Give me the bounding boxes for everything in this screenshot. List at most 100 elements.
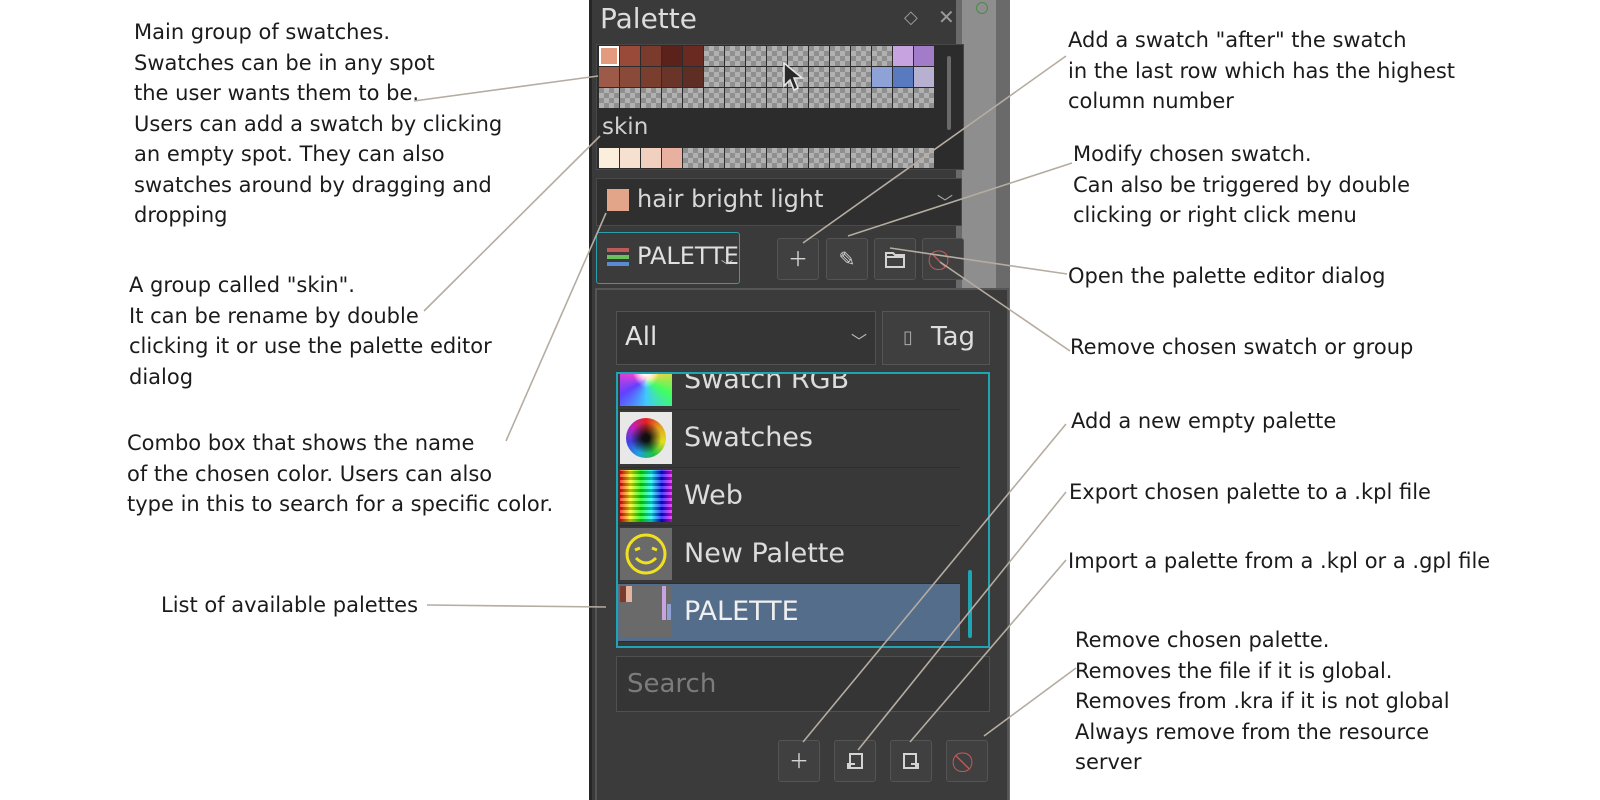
remove-palette-button[interactable]: ⃠	[946, 740, 988, 782]
swatch[interactable]	[914, 46, 934, 66]
empty-swatch-slot[interactable]	[746, 67, 766, 87]
swatch[interactable]	[620, 67, 640, 87]
empty-swatch-slot[interactable]	[830, 148, 850, 168]
annotation-remove-palette: Remove chosen palette. Removes the file …	[1075, 628, 1450, 774]
swatch[interactable]	[893, 46, 913, 66]
export-palette-button[interactable]	[834, 740, 876, 782]
empty-swatch-slot[interactable]	[746, 148, 766, 168]
empty-swatch-slot[interactable]	[914, 148, 934, 168]
swatch[interactable]	[662, 46, 682, 66]
empty-swatch-slot[interactable]	[851, 46, 871, 66]
empty-swatch-slot[interactable]	[809, 46, 829, 66]
empty-swatch-slot[interactable]	[809, 67, 829, 87]
list-item[interactable]: New Palette	[618, 526, 960, 584]
empty-swatch-slot[interactable]	[872, 88, 892, 108]
empty-swatch-slot[interactable]	[746, 88, 766, 108]
empty-swatch-slot[interactable]	[725, 148, 745, 168]
swatch[interactable]	[599, 67, 619, 87]
empty-swatch-slot[interactable]	[851, 88, 871, 108]
palette-thumb	[620, 586, 672, 638]
chevron-down-icon[interactable]: ﹀	[937, 189, 953, 213]
annotation-open-editor: Open the palette editor dialog	[1068, 264, 1386, 288]
swatch[interactable]	[641, 67, 661, 87]
empty-swatch-slot[interactable]	[788, 148, 808, 168]
swatch[interactable]	[662, 148, 682, 168]
empty-swatch-slot[interactable]	[725, 46, 745, 66]
export-icon	[847, 753, 863, 769]
empty-swatch-slot[interactable]	[851, 67, 871, 87]
empty-swatch-slot[interactable]	[872, 148, 892, 168]
empty-swatch-slot[interactable]	[725, 88, 745, 108]
main-swatch-group[interactable]	[599, 46, 934, 108]
remove-swatch-button[interactable]: ⃠	[922, 238, 964, 280]
palette-name: Swatches	[684, 422, 813, 453]
float-icon[interactable]: ◇	[904, 7, 918, 28]
list-item[interactable]: Web	[618, 468, 960, 526]
swatch[interactable]	[599, 46, 619, 66]
swatch[interactable]	[683, 46, 703, 66]
color-name-combo[interactable]: hair bright light ﹀	[596, 178, 962, 226]
empty-swatch-slot[interactable]	[893, 88, 913, 108]
empty-swatch-slot[interactable]	[725, 67, 745, 87]
import-palette-button[interactable]	[890, 740, 932, 782]
empty-swatch-slot[interactable]	[683, 88, 703, 108]
empty-swatch-slot[interactable]	[851, 148, 871, 168]
empty-swatch-slot[interactable]	[683, 148, 703, 168]
empty-swatch-slot[interactable]	[704, 88, 724, 108]
chosen-color-chip	[607, 189, 629, 211]
empty-swatch-slot[interactable]	[809, 148, 829, 168]
list-item[interactable]: Swatches	[618, 410, 960, 468]
empty-swatch-slot[interactable]	[704, 46, 724, 66]
annotation-import-palette: Import a palette from a .kpl or a .gpl f…	[1068, 549, 1491, 573]
swatch[interactable]	[599, 148, 619, 168]
add-palette-button[interactable]: ＋	[778, 740, 820, 782]
empty-swatch-slot[interactable]	[599, 88, 619, 108]
palette-list[interactable]: Swatch RGB Swatches Web New Palette PALE…	[616, 372, 990, 648]
swatch[interactable]	[872, 67, 892, 87]
annotation-add-palette: Add a new empty palette	[1071, 409, 1337, 433]
edit-swatch-button[interactable]: ✎	[826, 238, 868, 280]
annotation-remove-swatch: Remove chosen swatch or group	[1070, 335, 1414, 359]
pencil-icon: ✎	[838, 247, 856, 271]
empty-swatch-slot[interactable]	[809, 88, 829, 108]
empty-swatch-slot[interactable]	[893, 148, 913, 168]
swatch[interactable]	[662, 67, 682, 87]
swatch[interactable]	[641, 148, 661, 168]
group-label-skin[interactable]: skin	[602, 114, 648, 140]
swatch[interactable]	[641, 46, 661, 66]
empty-swatch-slot[interactable]	[746, 46, 766, 66]
palette-list-scrollbar[interactable]	[968, 570, 972, 638]
swatch[interactable]	[914, 67, 934, 87]
swatch[interactable]	[683, 67, 703, 87]
list-item-selected[interactable]: PALETTE	[618, 584, 960, 642]
list-item[interactable]: Swatch RGB	[618, 374, 960, 410]
color-wheel-thumb	[620, 412, 672, 464]
swatch[interactable]	[620, 46, 640, 66]
empty-swatch-slot[interactable]	[872, 46, 892, 66]
web-grid-thumb	[620, 470, 672, 522]
swatch[interactable]	[893, 67, 913, 87]
skin-swatch-group[interactable]	[599, 148, 934, 168]
palette-search-input[interactable]: Search	[616, 656, 990, 712]
empty-swatch-slot[interactable]	[830, 67, 850, 87]
chosen-color-name[interactable]: hair bright light	[637, 185, 824, 213]
empty-swatch-slot[interactable]	[830, 88, 850, 108]
swatch[interactable]	[620, 148, 640, 168]
empty-swatch-slot[interactable]	[704, 67, 724, 87]
empty-swatch-slot[interactable]	[662, 88, 682, 108]
empty-swatch-slot[interactable]	[620, 88, 640, 108]
empty-swatch-slot[interactable]	[914, 88, 934, 108]
swatch-scrollbar[interactable]	[947, 56, 951, 130]
palette-editor-button[interactable]	[874, 238, 916, 280]
empty-swatch-slot[interactable]	[830, 46, 850, 66]
empty-swatch-slot[interactable]	[767, 148, 787, 168]
palette-name: New Palette	[684, 538, 845, 569]
close-icon[interactable]: ✕	[938, 5, 955, 29]
empty-swatch-slot[interactable]	[704, 148, 724, 168]
tag-button[interactable]: ▯ Tag	[882, 311, 990, 365]
tag-filter-combo[interactable]: All ﹀	[616, 311, 876, 365]
add-swatch-button[interactable]: ＋	[777, 238, 819, 280]
panel-title: Palette	[600, 2, 697, 35]
empty-swatch-slot[interactable]	[641, 88, 661, 108]
palette-selector-button[interactable]: PALETTE ﹀	[596, 232, 740, 284]
